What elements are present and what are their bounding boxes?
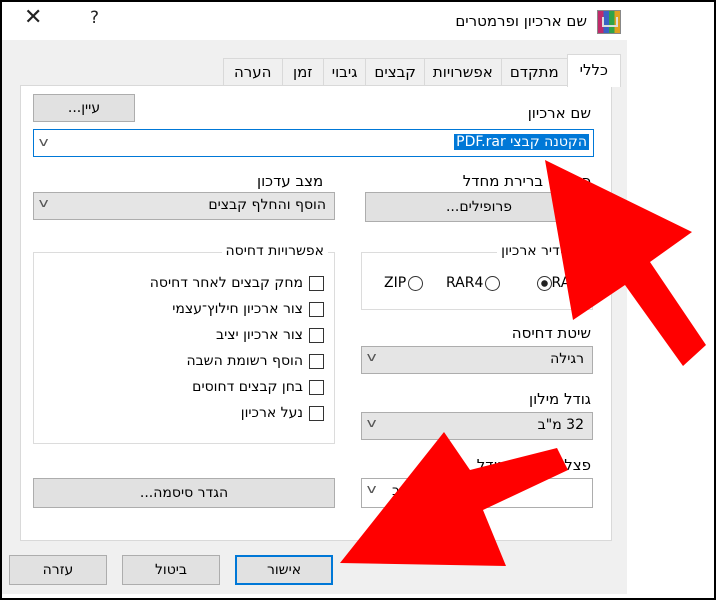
format-zip-radio[interactable]: ZIP [384, 275, 424, 291]
browse-button[interactable]: עיין... [33, 94, 135, 122]
compression-method-value: רגילה [550, 351, 584, 367]
option-recovery-record[interactable]: הוסף רשומת השבה [186, 353, 324, 369]
split-volumes-input[interactable]: ב v [361, 478, 593, 508]
archive-format-group: תסדיר ארכיון RAR RAR4 ZIP [361, 243, 593, 310]
format-rar4-radio[interactable]: RAR4 [446, 275, 501, 291]
chevron-down-icon: v [38, 196, 49, 210]
default-profile-label: פרופיל ברירת מחדל [462, 172, 591, 190]
tab-general[interactable]: כללי [566, 54, 621, 87]
close-icon[interactable]: ✕ [24, 5, 42, 30]
tab-advanced[interactable]: מתקדם [500, 58, 568, 85]
tab-bar: כללי מתקדם אפשרויות קבצים גיבוי זמן הערה [222, 54, 621, 87]
checkbox[interactable] [309, 275, 324, 291]
archive-name-value: הקטנה קבצי PDF.rar [454, 134, 589, 150]
format-rar-radio[interactable]: RAR [533, 275, 580, 291]
profiles-button[interactable]: פרופילים... [365, 192, 593, 222]
dictionary-size-select[interactable]: 32 מ"ב v [361, 412, 593, 440]
compression-options-title: אפשרויות דחיסה [221, 243, 328, 259]
help-button[interactable]: עזרה [9, 555, 107, 585]
compression-method-label: שיטת דחיסה [511, 324, 591, 342]
chevron-down-icon: v [366, 416, 377, 430]
option-sfx[interactable]: צור ארכיון חילוץ־עצמי [172, 301, 324, 317]
radio-button[interactable] [485, 275, 501, 291]
dictionary-size-label: גודל מילון [529, 390, 591, 408]
checkbox[interactable] [309, 353, 324, 369]
update-mode-value: הוסף והחלף קבצים [208, 197, 326, 213]
update-mode-label: מצב עדכון [257, 172, 324, 190]
format-zip-label: ZIP [384, 275, 407, 291]
format-rar4-label: RAR4 [446, 275, 484, 291]
split-volumes-label: פצל לכרכים, גודל [476, 456, 591, 474]
tab-time[interactable]: זמן [281, 58, 324, 85]
option-label: מחק קבצים לאחר דחיסה [149, 275, 303, 291]
tab-options[interactable]: אפשרויות [423, 58, 502, 85]
ok-button[interactable]: אישור [235, 555, 333, 585]
winrar-icon [597, 10, 621, 34]
archive-name-label: שם ארכיון [527, 104, 591, 122]
option-label: צור ארכיון חילוץ־עצמי [172, 301, 303, 317]
update-mode-select[interactable]: הוסף והחלף קבצים v [33, 192, 335, 220]
option-test-files[interactable]: בחן קבצים דחוסים [192, 379, 324, 395]
radio-button[interactable] [408, 275, 424, 291]
set-password-button[interactable]: הגדר סיסמה... [33, 478, 335, 508]
checkbox[interactable] [309, 327, 324, 343]
option-lock-archive[interactable]: נעל ארכיון [241, 405, 324, 421]
general-panel: שם ארכיון עיין... v הקטנה קבצי PDF.rar פ… [20, 85, 612, 541]
option-solid[interactable]: צור ארכיון יציב [216, 327, 324, 343]
compression-method-select[interactable]: רגילה v [361, 346, 593, 374]
checkbox[interactable] [309, 379, 324, 395]
checkbox[interactable] [309, 301, 324, 317]
radio-button[interactable] [536, 275, 552, 291]
chevron-down-icon[interactable]: v [39, 135, 49, 149]
help-icon[interactable]: ? [90, 8, 99, 28]
chevron-down-icon: v [366, 350, 377, 364]
archive-dialog: ✕ ? שם ארכיון ופרמטרים כללי מתקדם אפשרוי… [2, 2, 627, 594]
checkbox[interactable] [309, 405, 324, 421]
compression-options-group: אפשרויות דחיסה מחק קבצים לאחר דחיסה צור … [33, 243, 335, 444]
option-label: נעל ארכיון [240, 405, 303, 421]
archive-format-label: תסדיר ארכיון [497, 243, 582, 259]
option-label: צור ארכיון יציב [215, 327, 303, 343]
archive-name-input[interactable]: v הקטנה קבצי PDF.rar [33, 129, 594, 157]
cancel-button[interactable]: ביטול [122, 555, 220, 585]
dictionary-size-value: 32 מ"ב [537, 417, 584, 433]
option-delete-after[interactable]: מחק קבצים לאחר דחיסה [150, 275, 324, 291]
option-label: בחן קבצים דחוסים [192, 379, 303, 395]
format-rar-label: RAR [551, 275, 580, 291]
chevron-down-icon[interactable]: v [367, 482, 377, 496]
tab-files[interactable]: קבצים [365, 58, 425, 85]
window-title: שם ארכיון ופרמטרים [455, 12, 587, 30]
split-volumes-value: ב [392, 483, 401, 499]
tab-comment[interactable]: הערה [222, 58, 283, 85]
tab-backup[interactable]: גיבוי [322, 58, 367, 85]
title-bar: ✕ ? שם ארכיון ופרמטרים [2, 2, 627, 40]
option-label: הוסף רשומת השבה [186, 353, 303, 369]
